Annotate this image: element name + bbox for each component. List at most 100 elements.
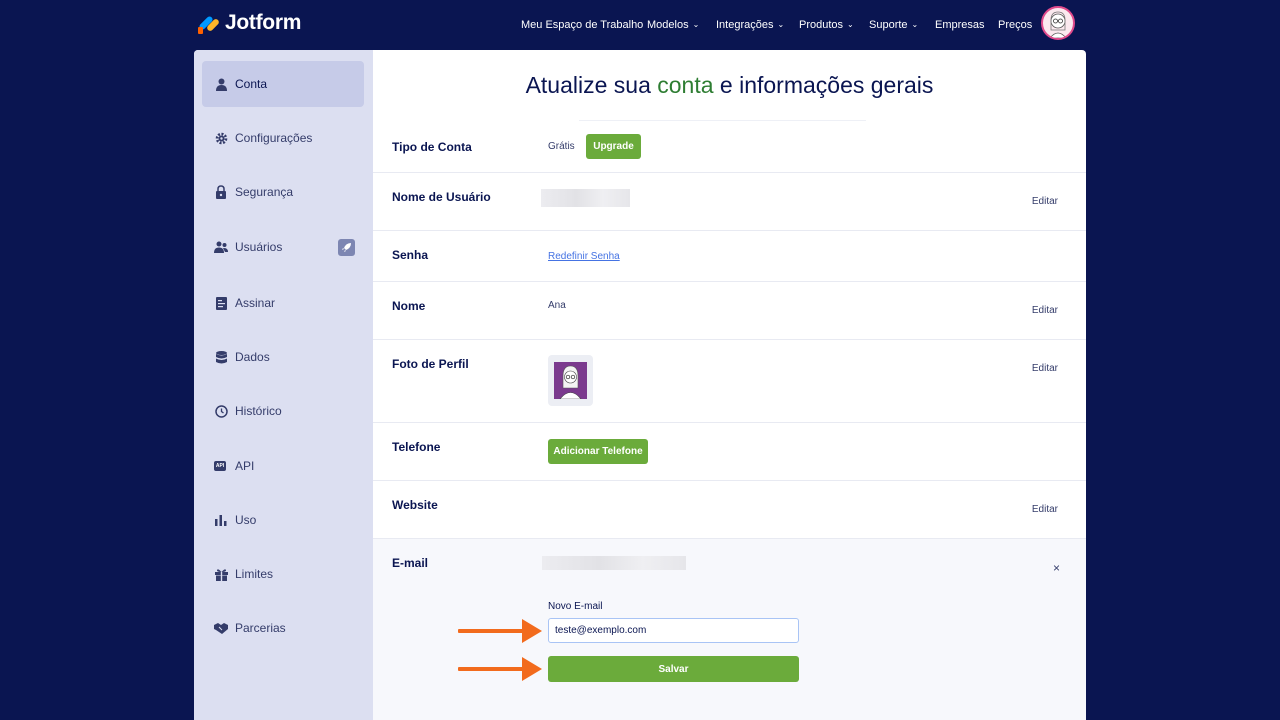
- jotform-logo-icon: [197, 11, 221, 35]
- handshake-icon: [214, 621, 228, 635]
- name-edit-link[interactable]: Editar: [1032, 305, 1058, 316]
- sidebar-item-label: Configurações: [235, 131, 313, 145]
- sidebar-item-label: Dados: [235, 350, 270, 364]
- sidebar-item-label: Limites: [235, 567, 274, 581]
- reset-password-link[interactable]: Redefinir Senha: [548, 251, 620, 262]
- account-type-label: Tipo de Conta: [392, 140, 472, 154]
- pointer-arrow-icon: [458, 619, 544, 643]
- bar-chart-icon: [214, 513, 228, 527]
- sidebar-item-label: Segurança: [235, 185, 294, 199]
- username-edit-link[interactable]: Editar: [1032, 196, 1058, 207]
- new-email-label: Novo E-mail: [548, 601, 603, 612]
- name-value: Ana: [548, 300, 566, 311]
- sidebar-item-account[interactable]: Conta: [202, 61, 364, 107]
- gear-icon: [214, 131, 228, 145]
- username-value-redacted: [541, 189, 630, 207]
- account-type-row: Tipo de Conta Grátis Upgrade: [373, 121, 1086, 173]
- profile-avatar-icon: [559, 365, 582, 399]
- sidebar-item-label: Usuários: [235, 240, 283, 254]
- page-title-part: e informações gerais: [713, 72, 934, 98]
- profile-photo-frame: [548, 355, 593, 406]
- close-icon[interactable]: ×: [1053, 561, 1060, 575]
- page-title: Atualize sua conta e informações gerais: [373, 72, 1086, 99]
- chevron-down-icon: ⌄: [777, 19, 785, 29]
- jotform-logo[interactable]: Jotform: [197, 11, 301, 35]
- page-title-part: Atualize sua: [525, 72, 658, 98]
- account-panel: Conta Configurações Segurança Usuários A…: [194, 50, 1086, 720]
- history-icon: [214, 404, 228, 418]
- nav-templates[interactable]: Modelos ⌄: [647, 19, 699, 31]
- users-icon: [214, 240, 228, 254]
- sidebar-item-label: Uso: [235, 513, 257, 527]
- sidebar-item-history[interactable]: Histórico: [202, 388, 364, 434]
- phone-row: Telefone Adicionar Telefone: [373, 423, 1086, 481]
- user-icon: [214, 77, 228, 91]
- sidebar-item-label: Assinar: [235, 296, 276, 310]
- upgrade-button[interactable]: Upgrade: [586, 134, 641, 159]
- sidebar-item-usage[interactable]: Uso: [202, 497, 364, 543]
- profile-photo: [554, 362, 587, 399]
- nav-support-label: Suporte: [869, 19, 908, 31]
- nav-templates-label: Modelos: [647, 19, 689, 31]
- website-label: Website: [392, 498, 438, 512]
- website-edit-link[interactable]: Editar: [1032, 504, 1058, 515]
- pointer-arrow-icon: [458, 657, 544, 681]
- rocket-icon: [338, 238, 355, 256]
- website-row: Website Editar: [373, 481, 1086, 539]
- page-title-accent: conta: [657, 72, 714, 98]
- email-value-redacted: [542, 556, 686, 570]
- sidebar-item-partnerships[interactable]: Parcerias: [202, 605, 364, 651]
- email-label: E-mail: [392, 556, 429, 570]
- nav-integrations[interactable]: Integrações ⌄: [716, 19, 784, 31]
- nav-integrations-label: Integrações: [716, 19, 774, 31]
- sidebar-item-api[interactable]: API API: [202, 443, 364, 489]
- password-label: Senha: [392, 248, 429, 262]
- profile-photo-row: Foto de Perfil Editar: [373, 340, 1086, 423]
- nav-products[interactable]: Produtos ⌄: [799, 19, 854, 31]
- chevron-down-icon: ⌄: [692, 19, 700, 29]
- nav-enterprise-label: Empresas: [935, 19, 985, 31]
- user-avatar[interactable]: [1041, 6, 1075, 40]
- nav-workspace[interactable]: Meu Espaço de Trabalho: [521, 19, 643, 31]
- top-navigation: Jotform Meu Espaço de Trabalho Modelos ⌄ …: [0, 0, 1280, 50]
- nav-products-label: Produtos: [799, 19, 844, 31]
- name-label: Nome: [392, 299, 426, 313]
- sidebar-item-sign[interactable]: Assinar: [202, 280, 364, 326]
- gift-icon: [214, 567, 228, 581]
- sidebar-item-label: Histórico: [235, 404, 282, 418]
- brand-name: Jotform: [225, 11, 302, 34]
- lock-icon: [214, 185, 228, 199]
- nav-enterprise[interactable]: Empresas: [935, 19, 985, 31]
- api-icon: API: [214, 461, 226, 471]
- sidebar-item-label: API: [235, 459, 255, 473]
- account-type-value: Grátis: [548, 141, 575, 152]
- username-row: Nome de Usuário Editar: [373, 173, 1086, 231]
- add-phone-button[interactable]: Adicionar Telefone: [548, 439, 648, 464]
- sidebar-item-settings[interactable]: Configurações: [202, 115, 364, 161]
- nav-workspace-label: Meu Espaço de Trabalho: [521, 19, 644, 31]
- nav-support[interactable]: Suporte ⌄: [869, 19, 918, 31]
- sidebar-item-users[interactable]: Usuários: [202, 224, 364, 270]
- profile-photo-edit-link[interactable]: Editar: [1032, 363, 1058, 374]
- sidebar-item-label: Parcerias: [235, 621, 286, 635]
- profile-photo-label: Foto de Perfil: [392, 357, 469, 371]
- chevron-down-icon: ⌄: [847, 19, 854, 29]
- account-content: Atualize sua conta e informações gerais …: [373, 50, 1086, 720]
- database-icon: [214, 350, 228, 364]
- settings-sidebar: Conta Configurações Segurança Usuários A…: [194, 50, 373, 720]
- sign-document-icon: [214, 296, 228, 310]
- username-label: Nome de Usuário: [392, 190, 491, 204]
- password-row: Senha Redefinir Senha: [373, 231, 1086, 282]
- sidebar-item-label: Conta: [235, 77, 268, 91]
- name-row: Nome Ana Editar: [373, 282, 1086, 340]
- save-button[interactable]: Salvar: [548, 656, 799, 682]
- sidebar-item-data[interactable]: Dados: [202, 334, 364, 380]
- sidebar-item-security[interactable]: Segurança: [202, 169, 364, 215]
- phone-label: Telefone: [392, 440, 441, 454]
- nav-pricing-label: Preços: [998, 19, 1033, 31]
- chevron-down-icon: ⌄: [911, 19, 919, 29]
- sidebar-item-limits[interactable]: Limites: [202, 551, 364, 597]
- nav-pricing[interactable]: Preços: [998, 19, 1032, 31]
- avatar-illustration-icon: [1049, 11, 1067, 38]
- new-email-input[interactable]: [548, 618, 799, 643]
